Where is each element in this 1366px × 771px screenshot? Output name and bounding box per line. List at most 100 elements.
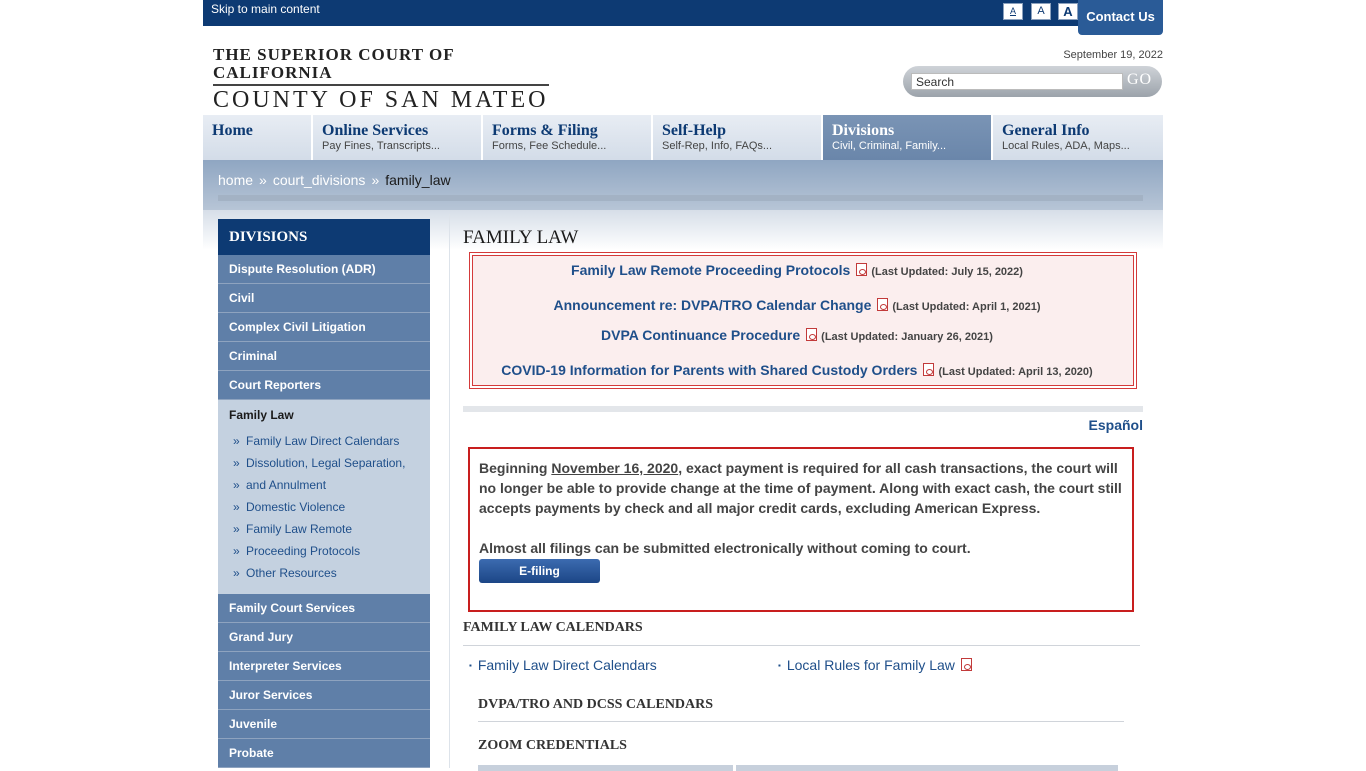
last-updated: (Last Updated: April 13, 2020) (938, 366, 1093, 378)
zoom-column-1 (478, 765, 733, 771)
sidebar-item-court-reporters[interactable]: Court Reporters (218, 371, 430, 400)
nav-tab-title: Self-Help (662, 122, 726, 139)
announcement-row: Family Law Remote Proceeding Protocols (L… (463, 262, 1131, 280)
sidebar-sub-other-resources[interactable]: Other Resources (229, 562, 430, 584)
nav-tab-subtitle: Self-Rep, Info, FAQs... (662, 140, 773, 152)
breadcrumb-divider (218, 195, 1143, 201)
sidebar-sub-text: Proceeding Protocols (246, 544, 361, 558)
nav-tab-self-help[interactable]: Self-Help Self-Rep, Info, FAQs... (653, 115, 823, 160)
skip-to-content-link[interactable]: Skip to main content (211, 2, 320, 16)
sidebar-sub-dissolution[interactable]: Dissolution, Legal Separation, (229, 452, 430, 474)
sidebar-item-grand-jury[interactable]: Grand Jury (218, 623, 430, 652)
nav-tab-home[interactable]: Home (203, 115, 313, 160)
sidebar-item-criminal[interactable]: Criminal (218, 342, 430, 371)
dvpa-heading: DVPA/TRO AND DCSS CALENDARS (478, 697, 714, 712)
logo-line-2: COUNTY OF SAN MATEO (213, 87, 549, 113)
family-law-direct-calendars-link[interactable]: Family Law Direct Calendars (469, 657, 657, 673)
nav-tab-subtitle: Forms, Fee Schedule... (492, 140, 607, 152)
current-date: September 19, 2022 (1063, 49, 1163, 61)
sidebar-heading: DIVISIONS (218, 219, 430, 255)
calendars-divider (463, 645, 1140, 646)
zoom-column-2 (736, 765, 1118, 771)
divisions-sidebar: DIVISIONS Dispute Resolution (ADR) Civil… (218, 219, 430, 768)
pdf-icon (806, 328, 818, 341)
sidebar-item-juror[interactable]: Juror Services (218, 681, 430, 710)
nav-tab-subtitle: Civil, Criminal, Family... (832, 140, 947, 152)
nav-tab-title: Online Services (322, 122, 429, 139)
nav-tab-title: General Info (1002, 122, 1090, 139)
sidebar-item-civil[interactable]: Civil (218, 284, 430, 313)
logo-divider (213, 84, 549, 86)
nav-tab-general-info[interactable]: General Info Local Rules, ADA, Maps... (993, 115, 1163, 160)
search-box: GO (903, 66, 1162, 97)
dvpa-divider (478, 721, 1124, 722)
sidebar-sub-remote-protocols[interactable]: Family Law Remote (229, 518, 430, 540)
zoom-table-header (478, 765, 1118, 771)
last-updated: (Last Updated: April 1, 2021) (892, 301, 1041, 313)
sidebar-sub-dissolution-cont[interactable]: and Annulment (229, 474, 430, 496)
font-size-large-button[interactable]: A (1058, 3, 1078, 20)
nav-tab-title: Home (212, 122, 253, 139)
pdf-icon (877, 298, 889, 311)
pdf-icon (960, 658, 972, 671)
breadcrumb: home » court_divisions » family_law (218, 172, 451, 188)
efiling-button[interactable]: E-filing (479, 559, 600, 583)
sidebar-item-probate[interactable]: Probate (218, 739, 430, 768)
announcement-row: Announcement re: DVPA/TRO Calendar Chang… (463, 297, 1131, 315)
calendars-heading: FAMILY LAW CALENDARS (463, 620, 643, 635)
nav-tab-online-services[interactable]: Online Services Pay Fines, Transcripts..… (313, 115, 483, 160)
local-rules-link[interactable]: Local Rules for Family Law (778, 657, 955, 673)
breadcrumb-home[interactable]: home (218, 172, 253, 188)
sidebar-sub-text: and Annulment (246, 478, 327, 492)
announcement-link[interactable]: Announcement re: DVPA/TRO Calendar Chang… (553, 297, 871, 313)
nav-tab-title: Forms & Filing (492, 122, 598, 139)
court-logo[interactable]: THE SUPERIOR COURT OF CALIFORNIA COUNTY … (213, 46, 553, 112)
breadcrumb-separator: » (371, 172, 380, 188)
main-content: FAMILY LAW Family Law Remote Proceeding … (463, 219, 1143, 771)
breadcrumb-separator: » (259, 172, 267, 188)
announcement-link[interactable]: COVID-19 Information for Parents with Sh… (501, 362, 917, 378)
nav-tab-title: Divisions (832, 122, 895, 139)
payment-notice: Beginning November 16, 2020, exact payme… (468, 447, 1134, 612)
breadcrumb-current: family_law (385, 172, 451, 188)
notice-text-part1: Beginning (479, 460, 552, 476)
sidebar-sub-direct-calendars[interactable]: Family Law Direct Calendars (229, 430, 430, 452)
search-input[interactable] (911, 73, 1123, 90)
main-navigation: Home Online Services Pay Fines, Transcri… (203, 115, 1163, 160)
announcement-link[interactable]: DVPA Continuance Procedure (601, 327, 800, 343)
sidebar-item-family-law: Family Law Family Law Direct Calendars D… (218, 400, 430, 594)
nav-tab-forms-filing[interactable]: Forms & Filing Forms, Fee Schedule... (483, 115, 653, 160)
font-size-medium-button[interactable]: A (1031, 3, 1051, 20)
sidebar-sub-remote-protocols-cont[interactable]: Proceeding Protocols (229, 540, 430, 562)
nav-tab-subtitle: Local Rules, ADA, Maps... (1002, 140, 1130, 152)
sidebar-item-family-court-services[interactable]: Family Court Services (218, 594, 430, 623)
sidebar-item-adr[interactable]: Dispute Resolution (ADR) (218, 255, 430, 284)
espanol-link[interactable]: Español (1089, 417, 1143, 433)
nav-tab-divisions[interactable]: Divisions Civil, Criminal, Family... (823, 115, 993, 160)
last-updated: (Last Updated: January 26, 2021) (821, 331, 993, 343)
announcement-link[interactable]: Family Law Remote Proceeding Protocols (571, 262, 850, 278)
nav-tab-subtitle: Pay Fines, Transcripts... (322, 140, 440, 152)
breadcrumb-court-divisions[interactable]: court_divisions (273, 172, 366, 188)
section-divider (463, 406, 1143, 412)
breadcrumb-band: home » court_divisions » family_law (203, 160, 1163, 210)
notice-date: November 16, 2020 (551, 460, 679, 476)
zoom-heading: ZOOM CREDENTIALS (478, 738, 627, 753)
sidebar-active-label[interactable]: Family Law (229, 400, 430, 430)
contact-us-button[interactable]: Contact Us (1078, 0, 1163, 35)
top-bar: Skip to main content A A A (203, 0, 1163, 26)
sidebar-sub-domestic-violence[interactable]: Domestic Violence (229, 496, 430, 518)
efiling-text: Almost all filings can be submitted elec… (479, 540, 971, 556)
sidebar-item-complex-civil[interactable]: Complex Civil Litigation (218, 313, 430, 342)
pdf-icon (856, 263, 868, 276)
announcement-row: COVID-19 Information for Parents with Sh… (463, 362, 1131, 380)
column-divider (449, 214, 450, 768)
logo-line-1: THE SUPERIOR COURT OF CALIFORNIA (213, 45, 454, 82)
sidebar-item-interpreter[interactable]: Interpreter Services (218, 652, 430, 681)
sidebar-item-juvenile[interactable]: Juvenile (218, 710, 430, 739)
page: Skip to main content A A A Contact Us TH… (203, 0, 1163, 771)
page-title: FAMILY LAW (463, 227, 579, 248)
search-go-button[interactable]: GO (1127, 71, 1152, 89)
font-size-small-button[interactable]: A (1003, 3, 1023, 20)
local-rules-item: Local Rules for Family Law (778, 657, 976, 675)
